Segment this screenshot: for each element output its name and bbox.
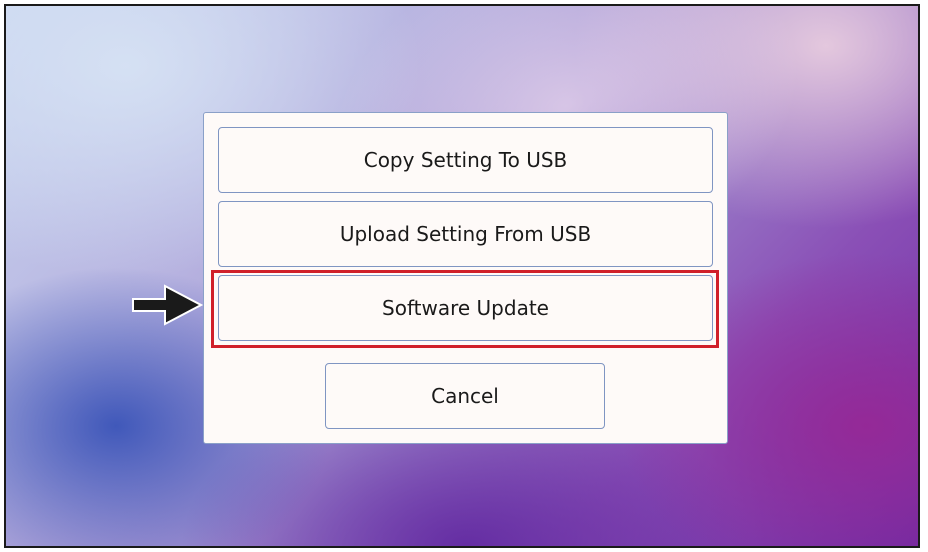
usb-options-dialog: Copy Setting To USB Upload Setting From … <box>203 112 728 444</box>
cancel-button[interactable]: Cancel <box>325 363 605 429</box>
upload-setting-from-usb-button[interactable]: Upload Setting From USB <box>218 201 713 267</box>
copy-setting-to-usb-button[interactable]: Copy Setting To USB <box>218 127 713 193</box>
right-arrow-icon <box>132 284 203 326</box>
software-update-button[interactable]: Software Update <box>218 275 713 341</box>
